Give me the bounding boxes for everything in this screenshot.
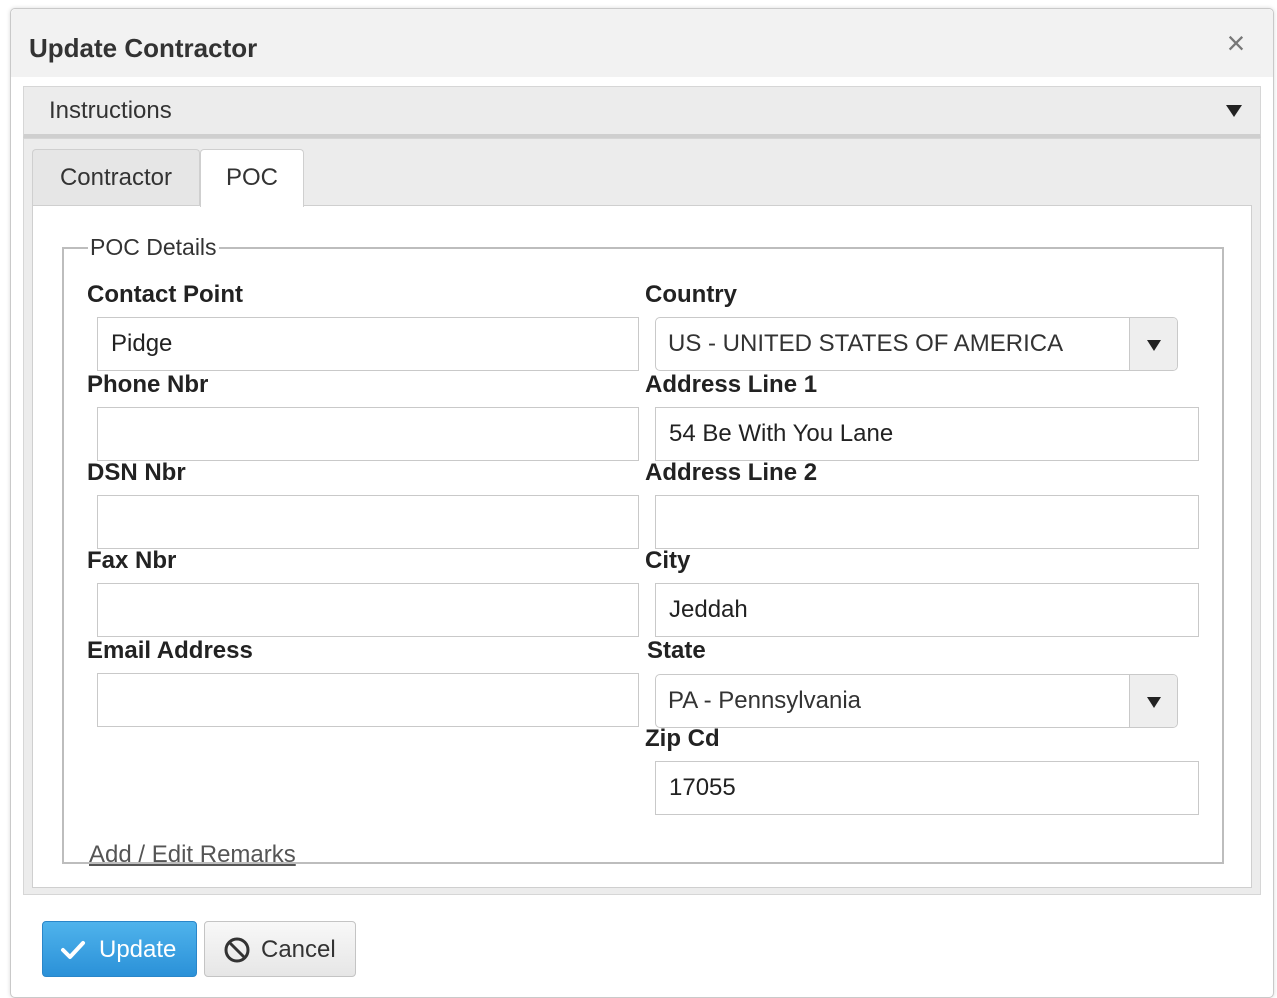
contact-point-input[interactable] xyxy=(97,317,639,371)
phone-nbr-label: Phone Nbr xyxy=(87,371,209,398)
update-contractor-dialog: Update Contractor × Instructions Contrac… xyxy=(10,8,1274,998)
address-line-2-input[interactable] xyxy=(655,495,1199,549)
tab-poc[interactable]: POC xyxy=(200,149,304,207)
cancel-button[interactable]: Cancel xyxy=(204,921,356,977)
state-select-value: PA - Pennsylvania xyxy=(668,687,861,714)
ban-icon xyxy=(224,937,250,963)
email-address-label: Email Address xyxy=(87,637,253,664)
add-edit-remarks-link[interactable]: Add / Edit Remarks xyxy=(89,841,296,869)
update-button[interactable]: Update xyxy=(42,921,197,977)
state-select[interactable]: PA - Pennsylvania xyxy=(655,674,1178,728)
instructions-panel-toggle[interactable]: Instructions xyxy=(23,86,1261,138)
cancel-button-label: Cancel xyxy=(261,936,336,963)
poc-details-legend: POC Details xyxy=(90,234,217,260)
close-icon[interactable]: × xyxy=(1221,27,1251,59)
country-select-value: US - UNITED STATES OF AMERICA xyxy=(668,330,1064,357)
caret-down-icon[interactable] xyxy=(1129,675,1177,727)
dsn-nbr-input[interactable] xyxy=(97,495,639,549)
tab-contractor[interactable]: Contractor xyxy=(32,149,200,205)
dialog-title: Update Contractor xyxy=(29,33,258,63)
fax-nbr-label: Fax Nbr xyxy=(87,547,177,574)
caret-down-icon[interactable] xyxy=(1129,318,1177,370)
zip-cd-label: Zip Cd xyxy=(645,725,720,752)
instructions-label: Instructions xyxy=(49,97,172,124)
city-label: City xyxy=(645,547,691,574)
fax-nbr-input[interactable] xyxy=(97,583,639,637)
phone-nbr-input[interactable] xyxy=(97,407,639,461)
city-input[interactable] xyxy=(655,583,1199,637)
tabs-container: Contractor POC POC Details Contact Point… xyxy=(23,138,1261,895)
poc-details-fieldset: POC Details Contact Point Phone Nbr DSN … xyxy=(62,234,1224,868)
update-button-label: Update xyxy=(99,936,177,963)
poc-tab-panel: POC Details Contact Point Phone Nbr DSN … xyxy=(32,205,1252,888)
state-label: State xyxy=(647,637,706,664)
address-line-2-label: Address Line 2 xyxy=(645,459,818,486)
checkmark-icon xyxy=(61,941,85,959)
email-address-input[interactable] xyxy=(97,673,639,727)
caret-down-icon xyxy=(1226,105,1242,117)
contact-point-label: Contact Point xyxy=(87,281,243,308)
country-select[interactable]: US - UNITED STATES OF AMERICA xyxy=(655,317,1178,371)
dsn-nbr-label: DSN Nbr xyxy=(87,459,186,486)
zip-cd-input[interactable] xyxy=(655,761,1199,815)
dialog-titlebar: Update Contractor × xyxy=(11,9,1273,77)
country-label: Country xyxy=(645,281,737,308)
address-line-1-label: Address Line 1 xyxy=(645,371,818,398)
address-line-1-input[interactable] xyxy=(655,407,1199,461)
